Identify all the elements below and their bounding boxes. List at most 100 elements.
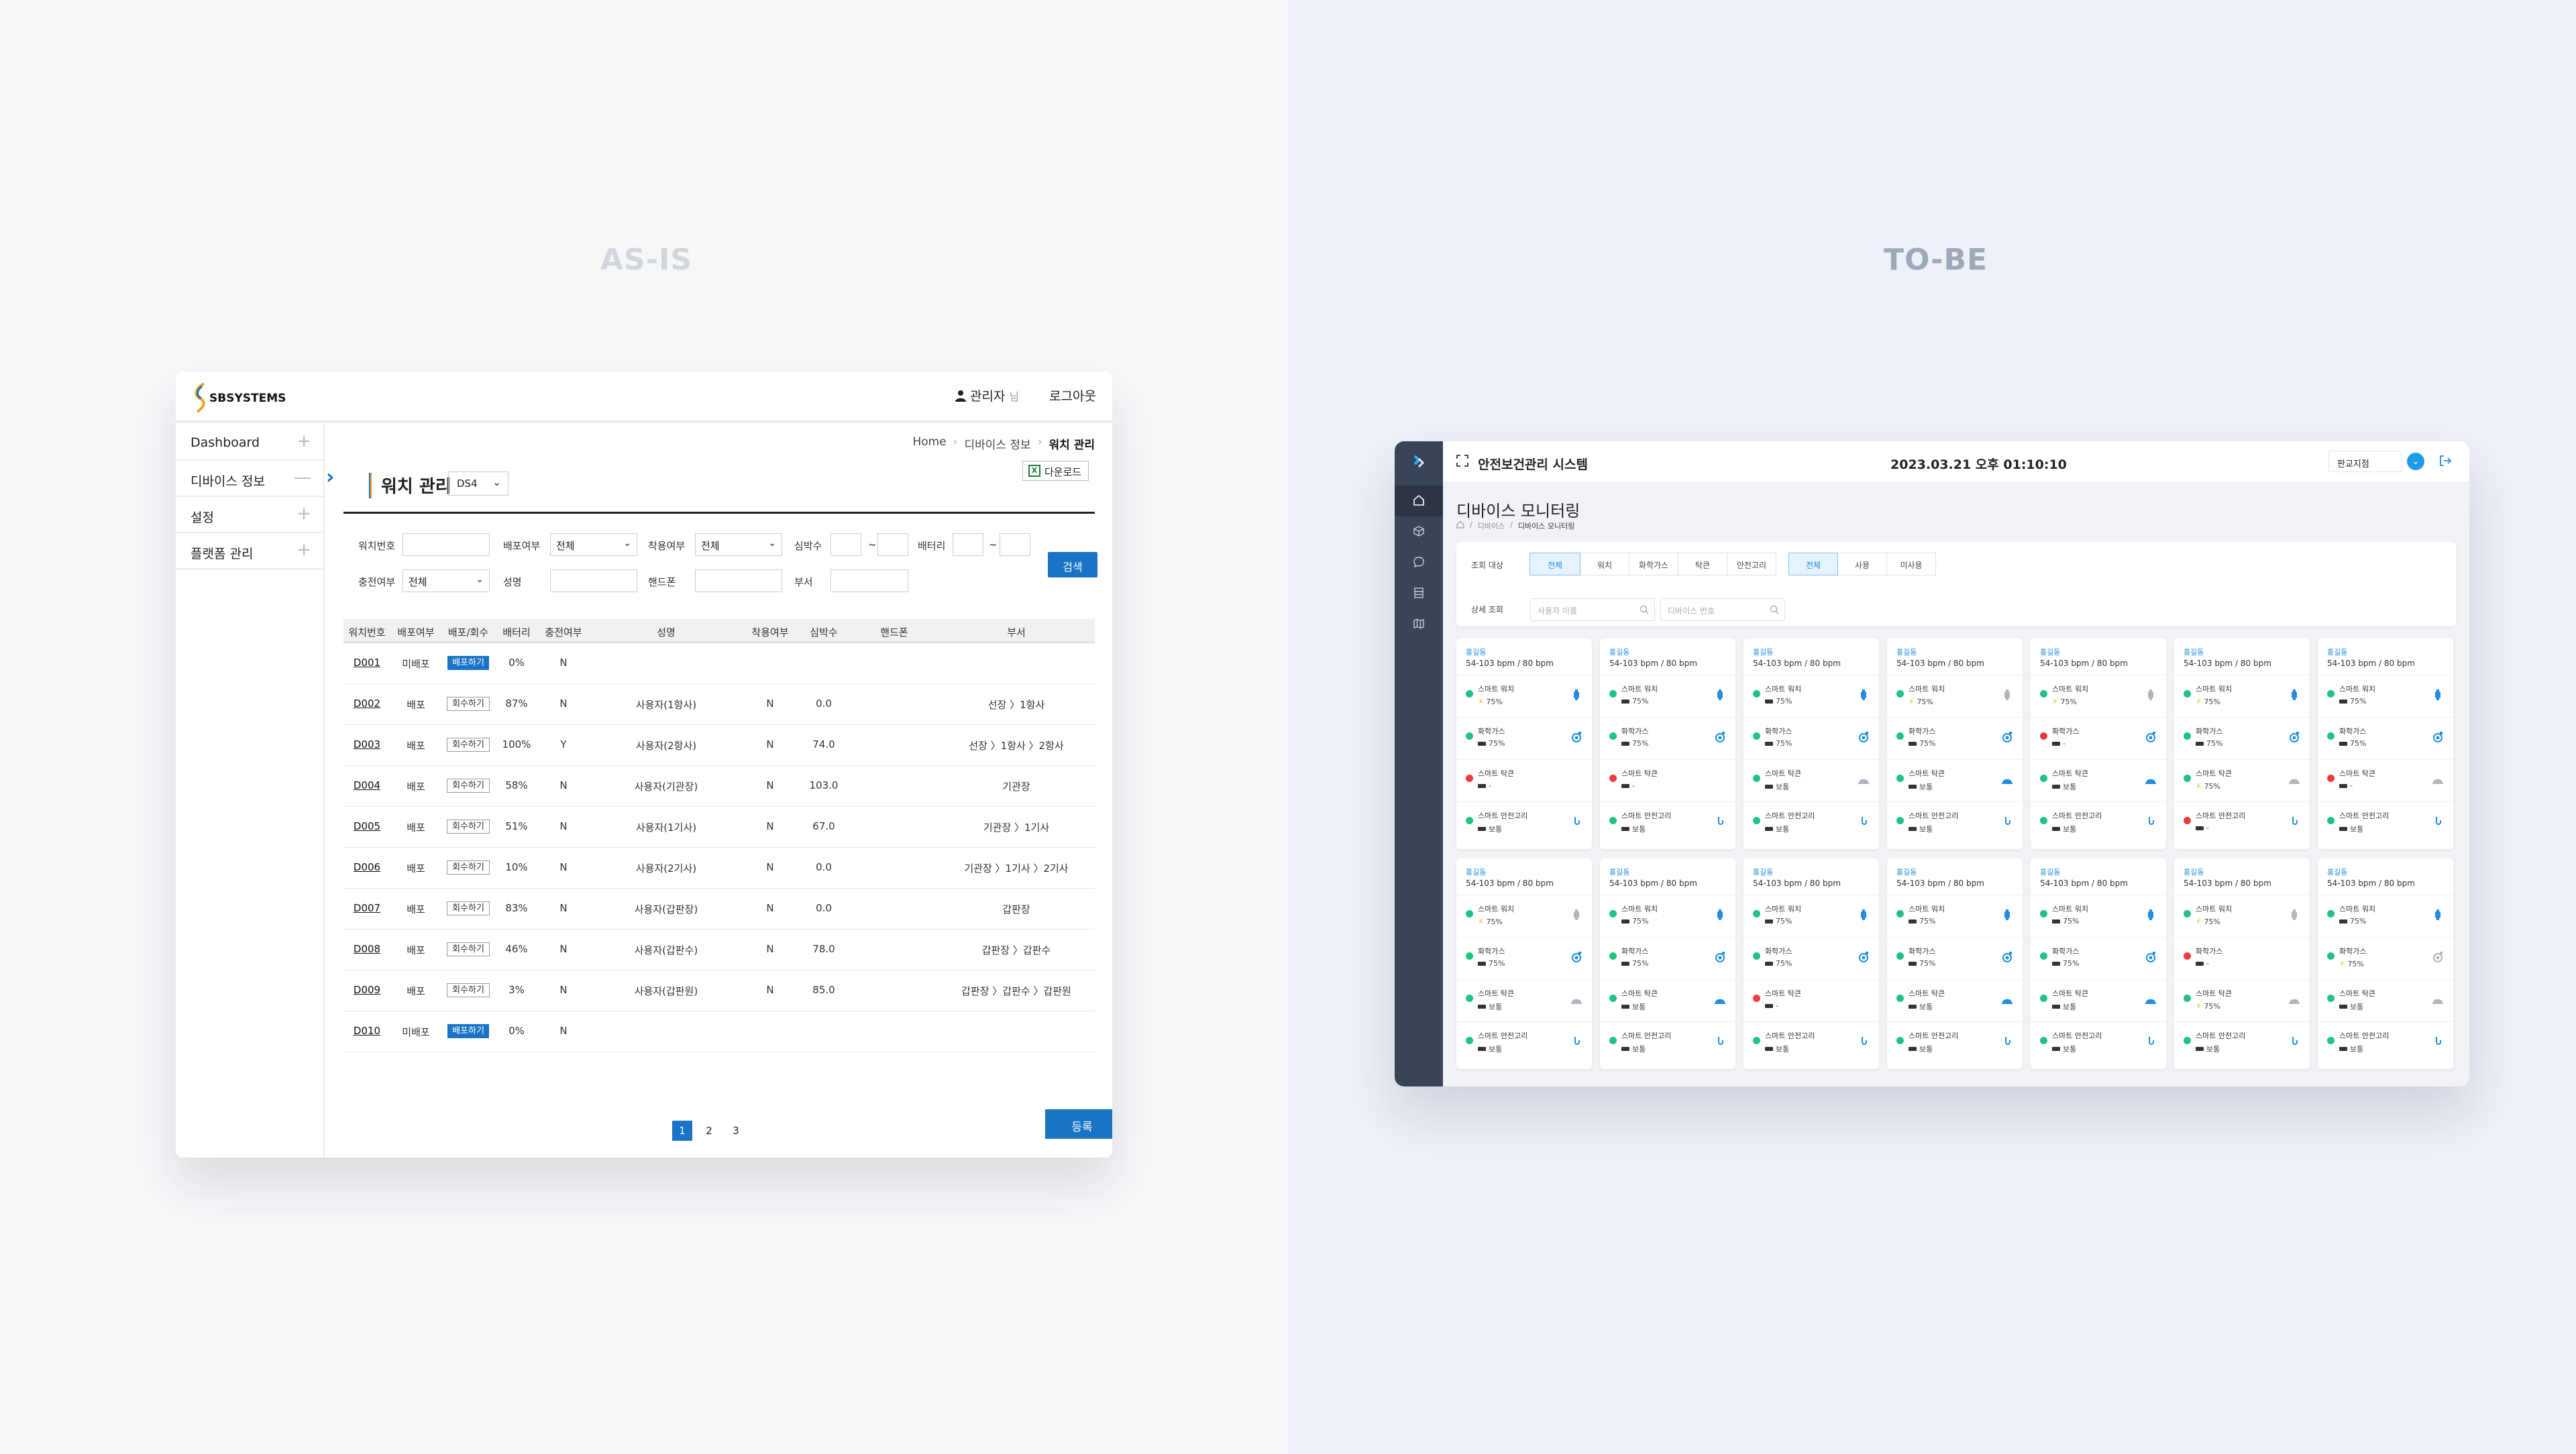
deploy-button[interactable]: 배포하기 bbox=[447, 656, 489, 670]
user-search-input[interactable]: 사용자 이름 bbox=[1530, 598, 1655, 621]
search-button[interactable]: 검색 bbox=[1048, 552, 1097, 577]
nav-map[interactable] bbox=[1395, 609, 1443, 640]
watch-id-link[interactable]: D006 bbox=[343, 861, 390, 873]
nav-devices[interactable] bbox=[1395, 516, 1443, 547]
sidebar-item-settings[interactable]: 설정 + bbox=[176, 497, 323, 533]
device-card[interactable]: 홍길동 54-103 bpm / 80 bpm 스마트 워치 75% 화학가스 ⚡ 75% 스… bbox=[2318, 858, 2453, 1069]
device-card[interactable]: 홍길동 54-103 bpm / 80 bpm 스마트 워치 75% 화학가스 75% 스마… bbox=[1743, 858, 1879, 1069]
device-name: 스마트 탁큰 bbox=[2196, 989, 2233, 998]
sidebar-item-device-info[interactable]: 디바이스 정보 — bbox=[176, 461, 323, 497]
charging-select[interactable]: 전체 ⌄ bbox=[402, 569, 490, 592]
target-tab-hook[interactable]: 안전고리 bbox=[1727, 553, 1776, 575]
battery-icon bbox=[1621, 1047, 1629, 1051]
gas-sensor-icon bbox=[1572, 732, 1581, 742]
watch-id-link[interactable]: D004 bbox=[343, 779, 390, 791]
device-card[interactable]: 홍길동 54-103 bpm / 80 bpm 스마트 워치 ⚡ 75% 화학가스 75% 스… bbox=[1456, 638, 1592, 849]
battery-min-input[interactable] bbox=[953, 533, 983, 556]
download-button[interactable]: X 다운로드 bbox=[1022, 461, 1089, 481]
home-icon[interactable] bbox=[1456, 520, 1464, 528]
device-row: 스마트 탁큰 보통 bbox=[2318, 979, 2453, 1021]
return-button[interactable]: 회수하기 bbox=[447, 820, 490, 834]
fullscreen-icon[interactable] bbox=[1456, 455, 1468, 467]
device-search-input[interactable]: 디바이스 번호 bbox=[1660, 598, 1785, 621]
status-tab-all[interactable]: 전체 bbox=[1788, 553, 1838, 575]
device-card[interactable]: 홍길동 54-103 bpm / 80 bpm 스마트 워치 75% 화학가스 75% 스마… bbox=[2318, 638, 2453, 849]
device-card[interactable]: 홍길동 54-103 bpm / 80 bpm 스마트 워치 ⚡ 75% 화학가스 75% 스… bbox=[1887, 638, 2023, 849]
heartrate-max-input[interactable] bbox=[877, 533, 908, 556]
device-card[interactable]: 홍길동 54-103 bpm / 80 bpm 스마트 워치 75% 화학가스 75% 스마… bbox=[1887, 858, 2023, 1069]
name-input[interactable] bbox=[550, 569, 637, 592]
device-card[interactable]: 홍길동 54-103 bpm / 80 bpm 스마트 워치 75% 화학가스 75% 스마… bbox=[1600, 858, 1735, 1069]
watch-id-link[interactable]: D005 bbox=[343, 820, 390, 832]
status-tab-unused[interactable]: 미사용 bbox=[1886, 553, 1936, 575]
watch-id-link[interactable]: D001 bbox=[343, 657, 390, 669]
device-value-group: 75% bbox=[1621, 959, 1648, 968]
return-button[interactable]: 회수하기 bbox=[447, 942, 490, 956]
breadcrumb-home[interactable]: Home bbox=[912, 435, 946, 452]
page-button[interactable]: 3 bbox=[726, 1121, 746, 1141]
cell-deploy: 배포 bbox=[407, 740, 425, 752]
device-name: 스마트 안전고리 bbox=[2339, 812, 2390, 820]
return-button[interactable]: 회수하기 bbox=[447, 738, 490, 752]
return-button[interactable]: 회수하기 bbox=[447, 697, 490, 711]
battery-max-input[interactable] bbox=[1000, 533, 1030, 556]
device-card[interactable]: 홍길동 54-103 bpm / 80 bpm 스마트 워치 ⚡ 75% 화학가스 75% 스… bbox=[2174, 638, 2310, 849]
sbsystems-logo-icon bbox=[195, 382, 205, 413]
breadcrumb-device-info[interactable]: 디바이스 정보 bbox=[964, 435, 1030, 452]
sidebar-item-platform[interactable]: 플랫폼 관리 + bbox=[176, 533, 323, 569]
device-value-group: ⚡ 75% bbox=[1909, 697, 1933, 706]
phone-input[interactable] bbox=[695, 569, 782, 592]
device-card[interactable]: 홍길동 54-103 bpm / 80 bpm 스마트 워치 ⚡ 75% 화학가스 - 스마트… bbox=[2174, 858, 2310, 1069]
sidebar-item-dashboard[interactable]: Dashboard + bbox=[176, 425, 323, 461]
watch-no-input[interactable] bbox=[402, 533, 490, 556]
status-tab-used[interactable]: 사용 bbox=[1837, 553, 1887, 575]
device-card[interactable]: 홍길동 54-103 bpm / 80 bpm 스마트 워치 75% 화학가스 75% 스마… bbox=[2031, 858, 2166, 1069]
device-card[interactable]: 홍길동 54-103 bpm / 80 bpm 스마트 워치 ⚡ 75% 화학가스 - 스마트… bbox=[2031, 638, 2166, 849]
device-card[interactable]: 홍길동 54-103 bpm / 80 bpm 스마트 워치 ⚡ 75% 화학가스 75% 스… bbox=[1456, 858, 1592, 1069]
logout-link[interactable]: 로그아웃 bbox=[1049, 386, 1096, 404]
breadcrumb-device[interactable]: 디바이스 bbox=[1478, 520, 1505, 531]
device-value-group: 75% bbox=[1765, 917, 1792, 926]
wear-select[interactable]: 전체 ⌄ bbox=[695, 533, 782, 556]
watch-id-link[interactable]: D009 bbox=[343, 984, 390, 996]
breadcrumb-separator-icon: / bbox=[1470, 520, 1472, 529]
status-dot bbox=[2327, 995, 2334, 1002]
target-tab-gas[interactable]: 화학가스 bbox=[1629, 553, 1678, 575]
return-button[interactable]: 회수하기 bbox=[447, 860, 490, 875]
heartrate-min-input[interactable] bbox=[830, 533, 861, 556]
worker-name: 홍길동 bbox=[1753, 868, 1774, 877]
dept-input[interactable] bbox=[830, 569, 908, 592]
watch-id-link[interactable]: D010 bbox=[343, 1025, 390, 1037]
watch-id-link[interactable]: D008 bbox=[343, 943, 390, 955]
return-button[interactable]: 회수하기 bbox=[447, 983, 490, 997]
nav-storage[interactable] bbox=[1395, 578, 1443, 609]
device-card[interactable]: 홍길동 54-103 bpm / 80 bpm 스마트 워치 75% 화학가스 75% 스마… bbox=[1600, 638, 1735, 849]
site-select[interactable]: 판교지점 bbox=[2328, 451, 2402, 472]
nav-messages[interactable] bbox=[1395, 547, 1443, 578]
model-select[interactable]: DS4 ⌄ bbox=[448, 471, 508, 496]
status-dot bbox=[2040, 817, 2047, 824]
nav-home[interactable] bbox=[1395, 486, 1443, 516]
deploy-select[interactable]: 전체 ⌄ bbox=[550, 533, 637, 556]
watch-id-link[interactable]: D003 bbox=[343, 738, 390, 750]
watch-id-link[interactable]: D002 bbox=[343, 697, 390, 710]
return-button[interactable]: 회수하기 bbox=[447, 779, 490, 793]
watch-id-link[interactable]: D007 bbox=[343, 902, 390, 914]
status-dot bbox=[1609, 910, 1617, 917]
title-divider bbox=[343, 512, 1095, 514]
target-tab-tag[interactable]: 탁큰 bbox=[1678, 553, 1727, 575]
page-button[interactable]: 2 bbox=[699, 1121, 719, 1141]
hook-icon bbox=[1574, 1037, 1580, 1045]
download-label: 다운로드 bbox=[1044, 466, 1082, 478]
device-card[interactable]: 홍길동 54-103 bpm / 80 bpm 스마트 워치 75% 화학가스 75% 스마… bbox=[1743, 638, 1879, 849]
return-button[interactable]: 회수하기 bbox=[447, 901, 490, 915]
deploy-button[interactable]: 배포하기 bbox=[447, 1024, 489, 1038]
target-tab-watch[interactable]: 워치 bbox=[1580, 553, 1629, 575]
target-tab-all[interactable]: 전체 bbox=[1529, 553, 1580, 575]
logout-icon[interactable] bbox=[2438, 453, 2453, 468]
page-button[interactable]: 1 bbox=[672, 1121, 692, 1141]
site-select-toggle[interactable]: ⌄ bbox=[2407, 453, 2424, 470]
sidebar-item-label: Dashboard bbox=[191, 435, 260, 450]
register-button[interactable]: 등록 bbox=[1045, 1109, 1112, 1139]
user-menu[interactable]: 관리자 님 bbox=[955, 386, 1019, 404]
